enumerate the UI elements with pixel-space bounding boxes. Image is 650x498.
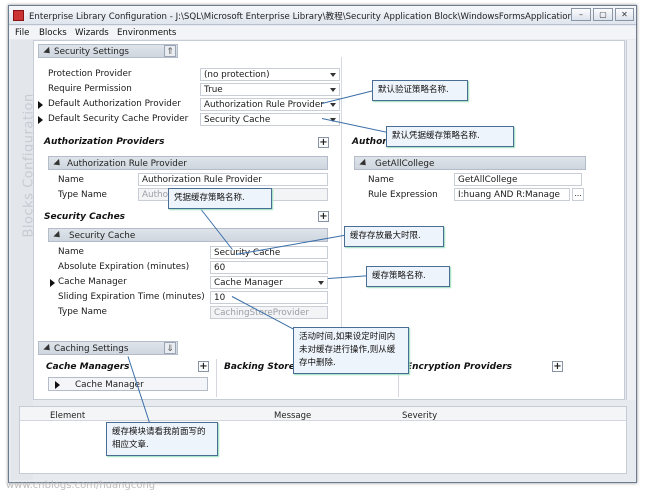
maximize-button[interactable]: ▢ bbox=[593, 8, 613, 21]
security-settings-header[interactable]: Security Settings ⇑ bbox=[38, 44, 178, 58]
security-settings-title: Security Settings bbox=[54, 47, 130, 57]
rule-expression-field[interactable]: I:huang AND R:Manage bbox=[454, 188, 570, 201]
cache-manager-select[interactable]: Cache Manager bbox=[210, 276, 328, 289]
collapse-arrow-icon[interactable] bbox=[43, 46, 53, 57]
cache-manager-label: Cache Manager bbox=[58, 277, 127, 287]
collapse-up-icon[interactable]: ⇑ bbox=[164, 45, 176, 57]
require-permission-value: True bbox=[204, 85, 223, 95]
security-cache-title: Security Cache bbox=[69, 231, 136, 241]
require-permission-select[interactable]: True bbox=[200, 83, 340, 96]
validation-header bbox=[20, 407, 626, 421]
authorization-rule-provider-title: Authorization Rule Provider bbox=[67, 159, 187, 169]
authorization-providers-title: Authorization Providers bbox=[44, 137, 165, 147]
add-security-cache-button[interactable]: + bbox=[318, 211, 329, 222]
callout-max-expiration: 缓存存放最大时限. bbox=[344, 226, 444, 247]
authorization-rule-provider-header[interactable]: Authorization Rule Provider bbox=[48, 156, 328, 170]
column-element[interactable]: Element bbox=[50, 411, 85, 421]
window-title: Enterprise Library Configuration - J:\SQ… bbox=[29, 12, 582, 22]
callout-default-cache: 默认凭据缓存策略名称. bbox=[386, 126, 514, 147]
rule-name-label: Name bbox=[368, 175, 394, 185]
expand-arrow-icon[interactable] bbox=[38, 101, 43, 109]
absolute-expiration-label: Absolute Expiration (minutes) bbox=[58, 262, 190, 272]
chevron-down-icon bbox=[318, 281, 324, 285]
backing-stores-title: Backing Stores bbox=[224, 362, 301, 372]
cache-manager-item[interactable]: Cache Manager bbox=[48, 377, 208, 391]
security-cache-header[interactable]: Security Cache bbox=[48, 228, 328, 242]
divider bbox=[216, 359, 217, 397]
require-permission-label: Require Permission bbox=[48, 84, 132, 94]
default-authorization-provider-select[interactable]: Authorization Rule Provider bbox=[200, 98, 340, 111]
default-authorization-provider-label: Default Authorization Provider bbox=[48, 99, 181, 109]
protection-provider-value: (no protection) bbox=[204, 70, 270, 80]
caching-settings-title: Caching Settings bbox=[54, 344, 129, 354]
collapse-arrow-icon[interactable] bbox=[53, 230, 63, 241]
add-encryption-provider-button[interactable]: + bbox=[552, 361, 563, 372]
column-message[interactable]: Message bbox=[274, 411, 311, 421]
close-button[interactable]: ✕ bbox=[615, 8, 634, 21]
menu-blocks[interactable]: Blocks bbox=[39, 28, 67, 38]
menu-file[interactable]: File bbox=[15, 28, 29, 38]
rule-expression-ellipsis-button[interactable]: ... bbox=[572, 188, 584, 201]
cache-type-name-label: Type Name bbox=[58, 307, 107, 317]
cache-name-label: Name bbox=[58, 247, 84, 257]
menu-environments[interactable]: Environments bbox=[117, 28, 176, 38]
callout-sliding-expiration: 活动时间,如果设定时间内未对缓存进行操作,则从缓存中删除. bbox=[293, 327, 409, 374]
sliding-expiration-field[interactable]: 10 bbox=[210, 291, 328, 304]
menu-bar: File Blocks Wizards Environments bbox=[9, 26, 636, 39]
auth-provider-name-label: Name bbox=[58, 175, 84, 185]
expand-arrow-icon[interactable] bbox=[55, 381, 60, 389]
sliding-expiration-label: Sliding Expiration Time (minutes) bbox=[58, 292, 205, 302]
default-security-cache-provider-select[interactable]: Security Cache bbox=[200, 113, 340, 126]
menu-wizards[interactable]: Wizards bbox=[75, 28, 109, 38]
auth-provider-name-field[interactable]: Authorization Rule Provider bbox=[138, 173, 328, 186]
rule-expression-label: Rule Expression bbox=[368, 190, 438, 200]
getallcollege-title: GetAllCollege bbox=[375, 159, 435, 169]
collapse-down-icon[interactable]: ⇓ bbox=[164, 342, 176, 354]
callout-cache-manager: 缓存策略名称. bbox=[366, 266, 450, 287]
auth-provider-type-label: Type Name bbox=[58, 190, 107, 200]
default-security-cache-provider-value: Security Cache bbox=[204, 115, 271, 125]
cache-managers-title: Cache Managers bbox=[46, 362, 130, 372]
expand-arrow-icon[interactable] bbox=[50, 279, 55, 287]
expand-arrow-icon[interactable] bbox=[38, 116, 43, 124]
protection-provider-select[interactable]: (no protection) bbox=[200, 68, 340, 81]
callout-cache-policy: 凭据缓存策略名称. bbox=[168, 188, 272, 209]
app-icon bbox=[13, 10, 24, 21]
cache-manager-value: Cache Manager bbox=[214, 278, 283, 288]
rule-name-field[interactable]: GetAllCollege bbox=[454, 173, 582, 186]
collapse-arrow-icon[interactable] bbox=[53, 158, 63, 169]
main-window: Enterprise Library Configuration - J:\SQ… bbox=[8, 5, 637, 483]
default-authorization-provider-value: Authorization Rule Provider bbox=[204, 100, 324, 110]
vertical-scrollbar[interactable] bbox=[626, 40, 636, 400]
column-severity[interactable]: Severity bbox=[402, 411, 437, 421]
security-caches-title: Security Caches bbox=[44, 212, 126, 222]
collapse-arrow-icon[interactable] bbox=[43, 343, 53, 354]
default-security-cache-provider-label: Default Security Cache Provider bbox=[48, 114, 189, 124]
add-authorization-provider-button[interactable]: + bbox=[318, 137, 329, 148]
callout-default-auth: 默认验证策略名称. bbox=[372, 80, 468, 101]
protection-provider-label: Protection Provider bbox=[48, 69, 132, 79]
getallcollege-header[interactable]: GetAllCollege bbox=[354, 156, 586, 170]
watermark: www.cnblogs.com/huangcong bbox=[6, 480, 156, 491]
caching-settings-header[interactable]: Caching Settings ⇓ bbox=[38, 341, 178, 355]
encryption-providers-title: Encryption Providers bbox=[406, 362, 512, 372]
absolute-expiration-field[interactable]: 60 bbox=[210, 261, 328, 274]
title-bar: Enterprise Library Configuration - J:\SQ… bbox=[9, 6, 636, 25]
cache-manager-item-title: Cache Manager bbox=[75, 380, 144, 390]
minimize-button[interactable]: – bbox=[571, 8, 591, 21]
collapse-arrow-icon[interactable] bbox=[359, 158, 369, 169]
callout-caching-block: 缓存模块请看我前面写的相应文章. bbox=[106, 422, 218, 456]
add-cache-manager-button[interactable]: + bbox=[198, 361, 209, 372]
